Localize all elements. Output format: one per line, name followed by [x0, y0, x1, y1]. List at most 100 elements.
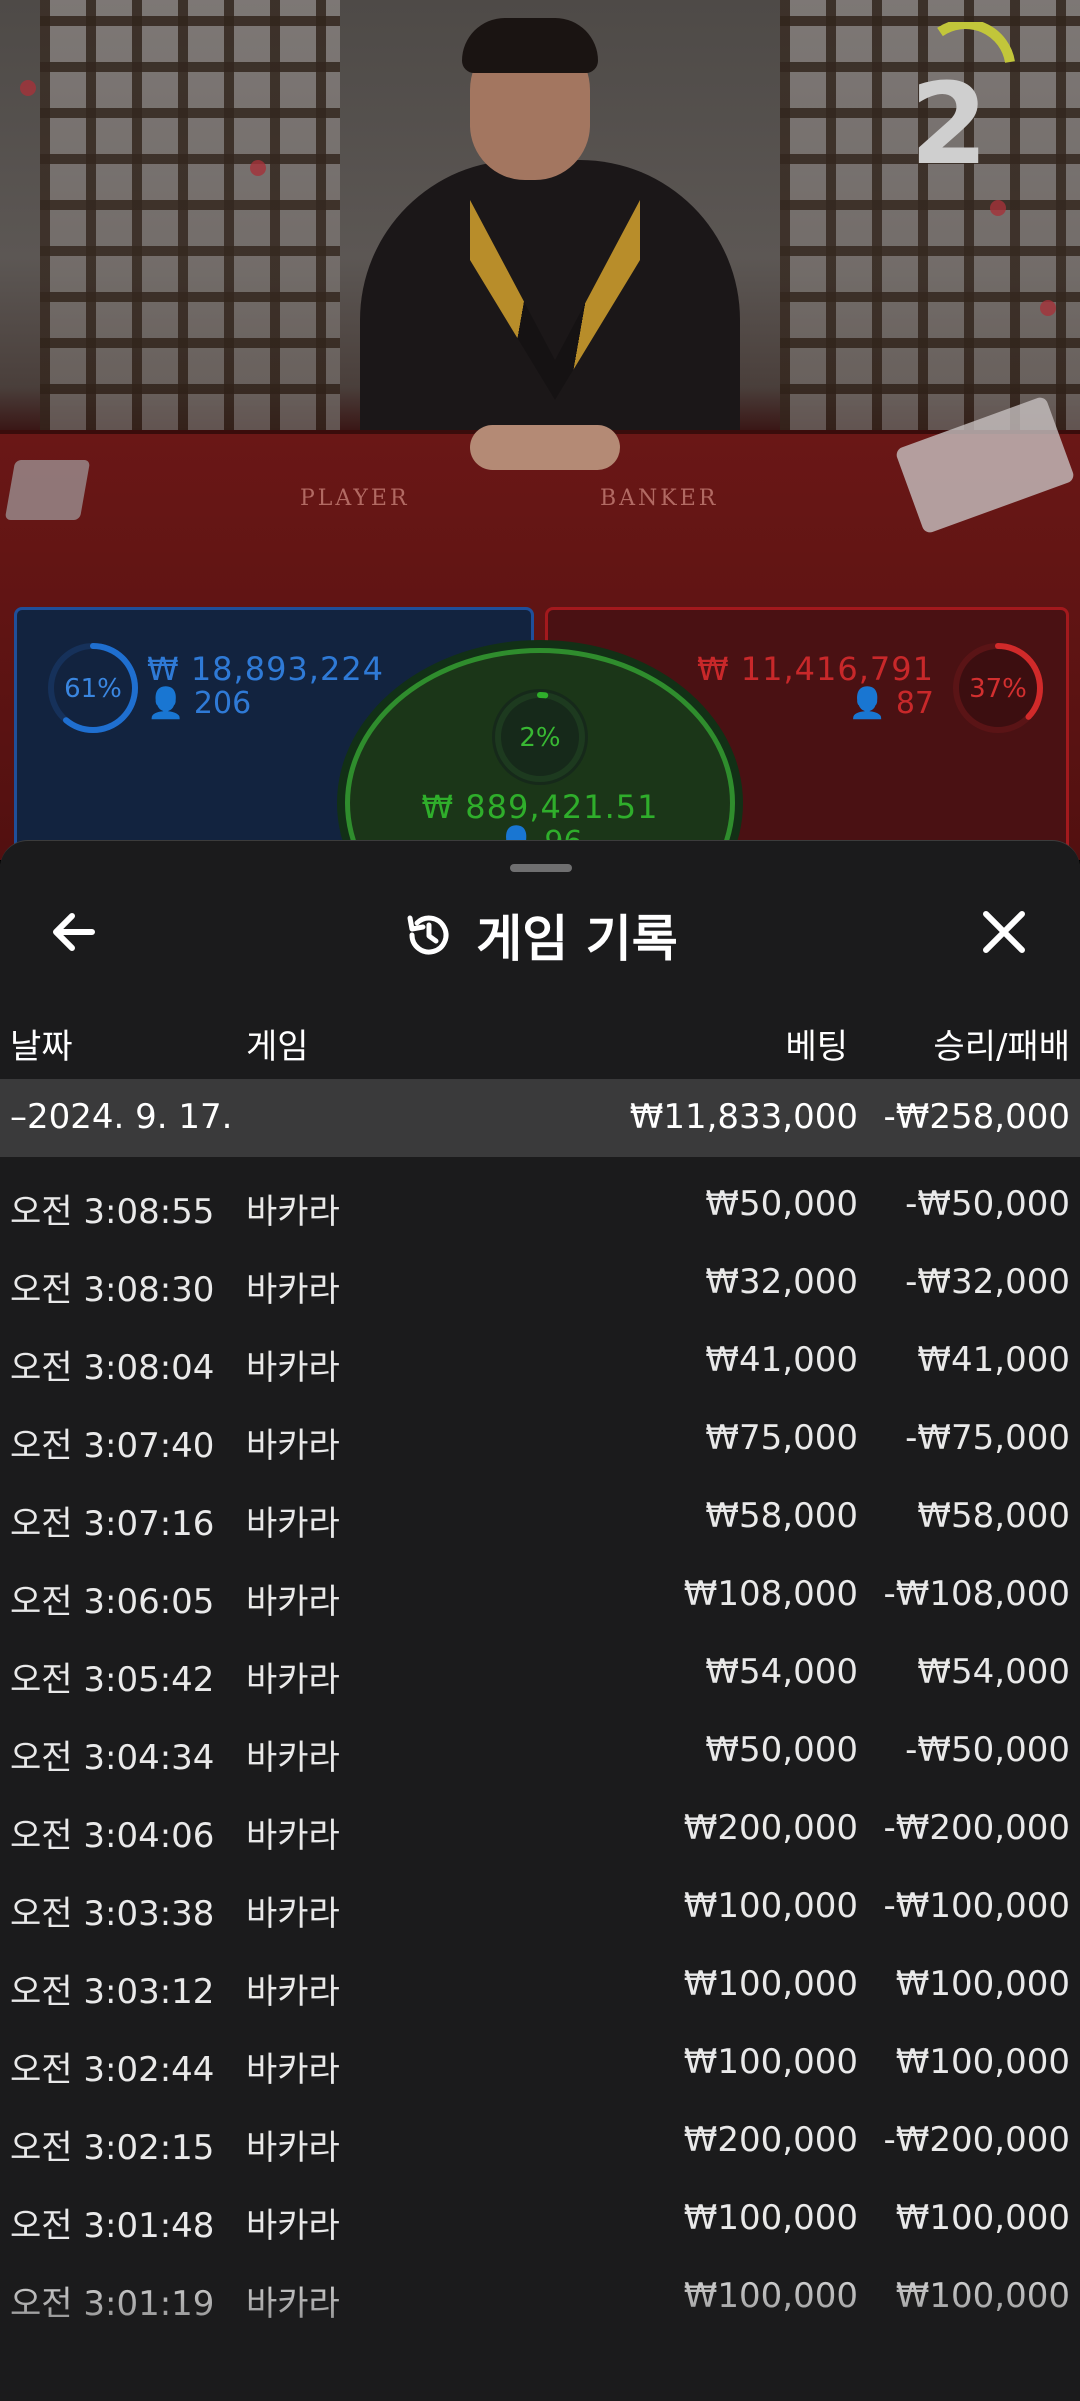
sheet-header: 게임 기록: [0, 899, 1080, 971]
history-row[interactable]: 오전 3:08:04 바카라 ₩41,000 ₩41,000: [0, 1320, 1080, 1398]
row-result: -₩108,000: [883, 1574, 1071, 1614]
row-game: 바카라: [246, 1660, 340, 1700]
history-row[interactable]: 오전 3:06:05 바카라 ₩108,000 -₩108,000: [0, 1554, 1080, 1632]
date-group-row[interactable]: –2024. 9. 17. ₩11,833,000 -₩258,000: [0, 1079, 1080, 1157]
row-time: 오전 3:07:40: [10, 1426, 215, 1466]
history-row[interactable]: 오전 3:08:55 바카라 ₩50,000 -₩50,000: [0, 1164, 1080, 1242]
row-game: 바카라: [246, 1582, 340, 1622]
player-bettor-count: 👤 206: [147, 686, 251, 721]
row-time: 오전 3:04:06: [10, 1816, 215, 1856]
row-time: 오전 3:06:05: [10, 1582, 215, 1622]
history-row[interactable]: 오전 3:07:16 바카라 ₩58,000 ₩58,000: [0, 1476, 1080, 1554]
dealer-body: [360, 160, 740, 460]
row-bet: ₩32,000: [705, 1262, 858, 1302]
row-game: 바카라: [246, 1504, 340, 1544]
row-game: 바카라: [246, 1270, 340, 1310]
history-row[interactable]: 오전 3:08:30 바카라 ₩32,000 -₩32,000: [0, 1242, 1080, 1320]
history-row[interactable]: 오전 3:04:06 바카라 ₩200,000 -₩200,000: [0, 1788, 1080, 1866]
history-icon: [407, 915, 449, 955]
column-header-result: 승리/패배: [933, 1027, 1070, 1067]
row-result: ₩100,000: [895, 2042, 1070, 2082]
user-icon: 👤: [147, 686, 185, 721]
row-result: ₩100,000: [895, 2198, 1070, 2238]
row-result: -₩200,000: [883, 2120, 1071, 2160]
blossom-decoration: [20, 80, 36, 96]
row-game: 바카라: [246, 2050, 340, 2090]
row-game: 바카라: [246, 1738, 340, 1778]
column-header-bet: 베팅: [785, 1027, 848, 1067]
row-bet: ₩100,000: [683, 2042, 858, 2082]
row-result: -₩100,000: [883, 1886, 1071, 1926]
row-result: ₩100,000: [895, 2276, 1070, 2316]
close-icon: [983, 911, 1025, 953]
row-result: -₩75,000: [905, 1418, 1070, 1458]
row-time: 오전 3:08:30: [10, 1270, 215, 1310]
date-group-label: –2024. 9. 17.: [10, 1097, 233, 1137]
row-bet: ₩100,000: [683, 1886, 858, 1926]
row-time: 오전 3:03:38: [10, 1894, 215, 1934]
history-row[interactable]: 오전 3:01:48 바카라 ₩100,000 ₩100,000: [0, 2178, 1080, 2256]
lattice-screen-left: [40, 0, 340, 440]
row-time: 오전 3:08:55: [10, 1192, 215, 1232]
date-group-result-total: -₩258,000: [883, 1097, 1071, 1137]
history-row[interactable]: 오전 3:01:19 바카라 ₩100,000 ₩100,000: [0, 2256, 1080, 2334]
row-game: 바카라: [246, 1426, 340, 1466]
row-game: 바카라: [246, 1972, 340, 2012]
table-label-player: PLAYER: [300, 486, 410, 511]
blossom-decoration: [250, 160, 266, 176]
blossom-decoration: [1040, 300, 1056, 316]
row-time: 오전 3:01:19: [10, 2284, 215, 2324]
row-time: 오전 3:08:04: [10, 1348, 215, 1388]
row-game: 바카라: [246, 2206, 340, 2246]
dealer-hands: [470, 425, 620, 470]
game-history-sheet: 게임 기록 날짜 게임 베팅 승리/패배 –2024. 9. 17. ₩11,8…: [0, 840, 1080, 2401]
row-time: 오전 3:02:44: [10, 2050, 215, 2090]
tie-percent-ring: 2%: [492, 689, 588, 785]
row-bet: ₩100,000: [683, 2276, 858, 2316]
history-row[interactable]: 오전 3:03:38 바카라 ₩100,000 -₩100,000: [0, 1866, 1080, 1944]
player-count-value: 206: [193, 686, 252, 721]
row-bet: ₩54,000: [705, 1652, 858, 1692]
row-result: ₩54,000: [917, 1652, 1070, 1692]
banker-percent-label: 37%: [969, 674, 1027, 704]
user-icon: 👤: [848, 686, 887, 721]
row-game: 바카라: [246, 2284, 340, 2324]
row-result: ₩58,000: [917, 1496, 1070, 1536]
history-row[interactable]: 오전 3:05:42 바카라 ₩54,000 ₩54,000: [0, 1632, 1080, 1710]
row-time: 오전 3:01:48: [10, 2206, 215, 2246]
row-game: 바카라: [246, 1192, 340, 1232]
history-row[interactable]: 오전 3:02:15 바카라 ₩200,000 -₩200,000: [0, 2100, 1080, 2178]
row-time: 오전 3:03:12: [10, 1972, 215, 2012]
row-bet: ₩100,000: [683, 1964, 858, 2004]
row-game: 바카라: [246, 1348, 340, 1388]
row-result: -₩50,000: [905, 1184, 1070, 1224]
row-result: -₩50,000: [905, 1730, 1070, 1770]
close-button[interactable]: [968, 896, 1040, 968]
banker-bettor-count: 👤 87: [849, 686, 934, 721]
row-result: ₩100,000: [895, 1964, 1070, 2004]
tie-percent-label: 2%: [519, 723, 561, 753]
table-label-banker: BANKER: [600, 486, 719, 511]
banker-count-value: 87: [895, 686, 934, 721]
player-percent-label: 61%: [64, 674, 122, 704]
card-shoe: [4, 460, 91, 520]
blossom-decoration: [990, 200, 1006, 216]
row-bet: ₩58,000: [705, 1496, 858, 1536]
countdown-number: 2: [910, 60, 988, 190]
column-header-game: 게임: [246, 1027, 309, 1067]
dealer-hair: [462, 18, 598, 73]
row-bet: ₩108,000: [683, 1574, 858, 1614]
row-time: 오전 3:04:34: [10, 1738, 215, 1778]
history-row[interactable]: 오전 3:02:44 바카라 ₩100,000 ₩100,000: [0, 2022, 1080, 2100]
row-time: 오전 3:05:42: [10, 1660, 215, 1700]
row-bet: ₩41,000: [705, 1340, 858, 1380]
history-row[interactable]: 오전 3:07:40 바카라 ₩75,000 -₩75,000: [0, 1398, 1080, 1476]
row-bet: ₩200,000: [683, 1808, 858, 1848]
history-row[interactable]: 오전 3:04:34 바카라 ₩50,000 -₩50,000: [0, 1710, 1080, 1788]
drag-handle[interactable]: [510, 864, 572, 872]
history-row[interactable]: 오전 3:03:12 바카라 ₩100,000 ₩100,000: [0, 1944, 1080, 2022]
banker-bet-amount: ₩ 11,416,791: [696, 650, 934, 688]
row-bet: ₩200,000: [683, 2120, 858, 2160]
row-game: 바카라: [246, 1894, 340, 1934]
date-group-bet-total: ₩11,833,000: [629, 1097, 858, 1137]
